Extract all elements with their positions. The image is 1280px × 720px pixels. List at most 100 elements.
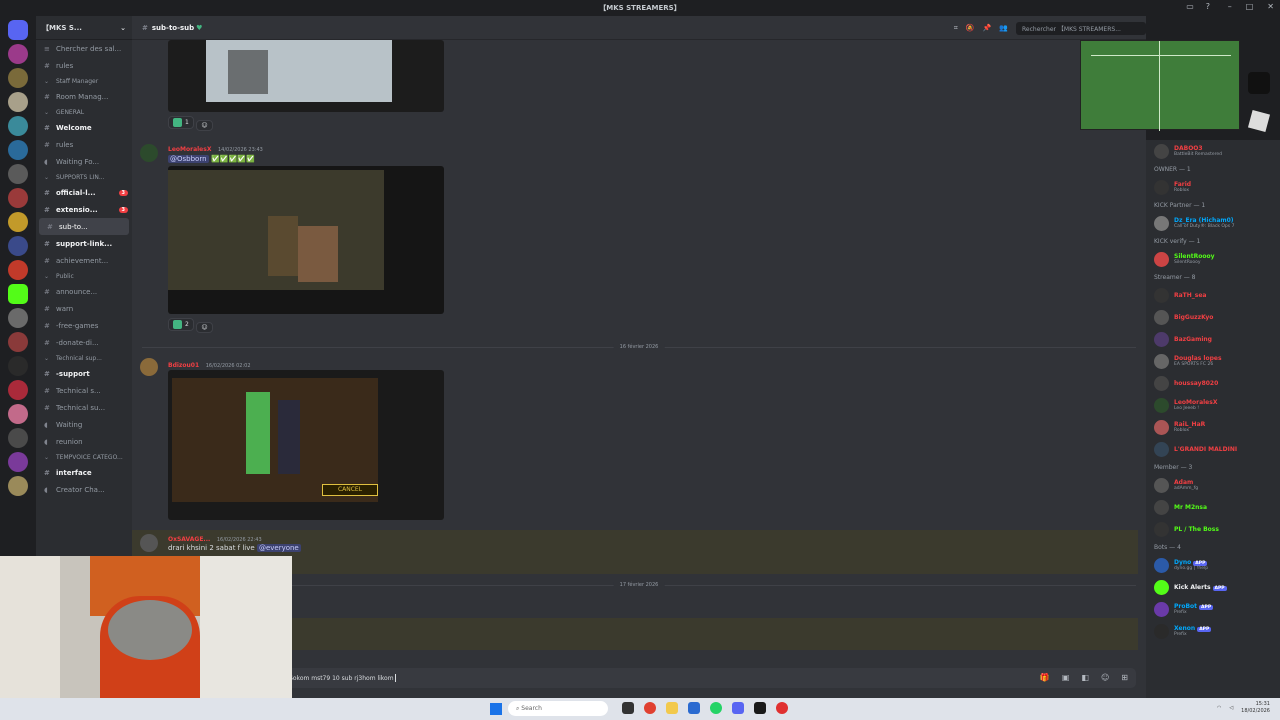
channel-category[interactable]: ⌄ Public	[36, 269, 132, 283]
stream-screenshot[interactable]: CANCEL	[168, 370, 444, 520]
member-item[interactable]: BigGuzzKyo	[1146, 306, 1280, 328]
mute-icon[interactable]: 🔕	[966, 24, 975, 32]
channel-item[interactable]: # support-link...	[36, 235, 132, 252]
server-icon[interactable]	[8, 260, 28, 280]
member-item[interactable]: DABOO3 BattleBit Remastered	[1146, 140, 1280, 162]
server-icon[interactable]	[8, 428, 28, 448]
avatar[interactable]	[140, 144, 158, 162]
member-item[interactable]: ProBot APP Prefix	[1146, 598, 1280, 620]
help-icon[interactable]: ?	[1206, 2, 1210, 11]
close-button[interactable]: ✕	[1267, 2, 1274, 11]
member-item[interactable]: houssay8020	[1146, 372, 1280, 394]
server-icon[interactable]	[8, 404, 28, 424]
server-icon[interactable]	[8, 140, 28, 160]
browse-channels[interactable]: ≡ Chercher des sal...	[36, 40, 132, 57]
reaction[interactable]: 1	[168, 116, 194, 129]
member-item[interactable]: Dz_Era (Hicham0) Call of Duty®: Black Ops…	[1146, 212, 1280, 234]
apps-icon[interactable]: ⊞	[1121, 673, 1128, 682]
member-item[interactable]: Mr M2nsa	[1146, 496, 1280, 518]
add-reaction-button[interactable]: ☺	[196, 322, 213, 333]
member-item[interactable]: Douglas lopes EA SPORTS FC 26	[1146, 350, 1280, 372]
member-item[interactable]: Xenon APP Prefix	[1146, 620, 1280, 642]
server-icon[interactable]	[8, 164, 28, 184]
channel-item[interactable]: ◖ Creator Cha...	[36, 481, 132, 498]
channel-item[interactable]: # official-l... 3	[36, 184, 132, 201]
author-name[interactable]: Bdizou01	[168, 362, 199, 369]
channel-category[interactable]: ⌄ Staff Manager	[36, 74, 132, 88]
minimize-button[interactable]: –	[1228, 2, 1232, 11]
channel-item[interactable]: # Technical s...	[36, 382, 132, 399]
member-item[interactable]: Kick Alerts APP	[1146, 576, 1280, 598]
taskview-icon[interactable]	[622, 702, 634, 714]
channel-category[interactable]: ⌄ Technical sup...	[36, 351, 132, 365]
server-icon[interactable]	[8, 356, 28, 376]
wifi-icon[interactable]: ◠	[1217, 705, 1221, 711]
server-icon[interactable]	[8, 236, 28, 256]
reaction[interactable]: 2	[168, 318, 194, 331]
whatsapp-icon[interactable]	[710, 702, 722, 714]
channel-item[interactable]: ◖ Waiting	[36, 416, 132, 433]
windows-start-icon[interactable]	[490, 703, 502, 715]
taskbar-search[interactable]: ⌕ Search	[508, 701, 608, 716]
server-icon[interactable]	[8, 92, 28, 112]
author-name[interactable]: OxSAVAGE...	[168, 536, 210, 543]
chrome-icon[interactable]	[644, 702, 656, 714]
channel-item[interactable]: # announce...	[36, 283, 132, 300]
add-reaction-button[interactable]: ☺	[196, 120, 213, 131]
channel-item[interactable]: # rules	[36, 57, 132, 74]
app-icon[interactable]	[1248, 72, 1270, 94]
channel-item[interactable]: # Technical su...	[36, 399, 132, 416]
member-item[interactable]: Farid Roblox	[1146, 176, 1280, 198]
member-item[interactable]: L'GRANDI MALDINI	[1146, 438, 1280, 460]
gift-icon[interactable]: 🎁	[1040, 673, 1050, 682]
threads-icon[interactable]: ⌗	[954, 24, 958, 33]
channel-item[interactable]: ◖ reunion	[36, 433, 132, 450]
channel-item[interactable]: # achievement...	[36, 252, 132, 269]
mention[interactable]: @everyone	[256, 544, 301, 552]
channel-item[interactable]: # sub-to...	[39, 218, 129, 235]
inbox-icon[interactable]: ▭	[1186, 2, 1194, 11]
channel-item[interactable]: # -support	[36, 365, 132, 382]
channel-item[interactable]: # -donate-di...	[36, 334, 132, 351]
server-icon[interactable]	[8, 452, 28, 472]
server-icon[interactable]	[8, 308, 28, 328]
home-icon[interactable]	[8, 20, 28, 40]
member-item[interactable]: SilentRoooy SilentRoooy	[1146, 248, 1280, 270]
volume-icon[interactable]: ◁	[1229, 705, 1233, 711]
member-item[interactable]: RaTH_sea	[1146, 284, 1280, 306]
server-icon[interactable]	[8, 332, 28, 352]
emoji-icon[interactable]: ☺	[1101, 673, 1109, 682]
server-icon[interactable]	[8, 188, 28, 208]
channel-category[interactable]: ⌄ GENERAL	[36, 105, 132, 119]
channel-item[interactable]: # Room Manag...	[36, 88, 132, 105]
members-icon[interactable]: 👥	[999, 24, 1008, 32]
store-icon[interactable]	[688, 702, 700, 714]
stream-screenshot[interactable]	[168, 166, 444, 314]
member-item[interactable]: BazGaming	[1146, 328, 1280, 350]
avatar[interactable]	[140, 358, 158, 376]
member-item[interactable]: RaiL_HaR Roblox	[1146, 416, 1280, 438]
sticker-icon[interactable]: ◧	[1081, 673, 1089, 682]
server-icon[interactable]	[8, 476, 28, 496]
channel-item[interactable]: # Welcome	[36, 119, 132, 136]
channel-item[interactable]: # rules	[36, 136, 132, 153]
server-header[interactable]: 【MKS S... ⌄	[36, 16, 132, 40]
member-item[interactable]: Dyno APP dyno.gg | !help	[1146, 554, 1280, 576]
channel-item[interactable]: ◖ Waiting Fo...	[36, 153, 132, 170]
discord-taskbar-icon[interactable]	[732, 702, 744, 714]
server-icon[interactable]	[8, 116, 28, 136]
author-name[interactable]: LeoMoralesX	[168, 146, 211, 153]
clock[interactable]: 15:31 18/02/2026	[1241, 701, 1270, 715]
channel-item[interactable]: # interface	[36, 464, 132, 481]
search-input[interactable]: Rechercher 【MKS STREAMERS...	[1016, 21, 1146, 35]
server-icon[interactable]	[8, 380, 28, 400]
mention[interactable]: @Osbborn	[168, 155, 209, 163]
channel-category[interactable]: ⌄ SUPPORTS LIN...	[36, 170, 132, 184]
member-item[interactable]: PL / The Boss	[1146, 518, 1280, 540]
roblox-icon[interactable]	[1247, 109, 1271, 133]
opera-icon[interactable]	[776, 702, 788, 714]
channel-item[interactable]: # extensio... 3	[36, 201, 132, 218]
obs-icon[interactable]	[754, 702, 766, 714]
channel-item[interactable]: # -free-games	[36, 317, 132, 334]
stream-screenshot[interactable]	[168, 40, 444, 112]
